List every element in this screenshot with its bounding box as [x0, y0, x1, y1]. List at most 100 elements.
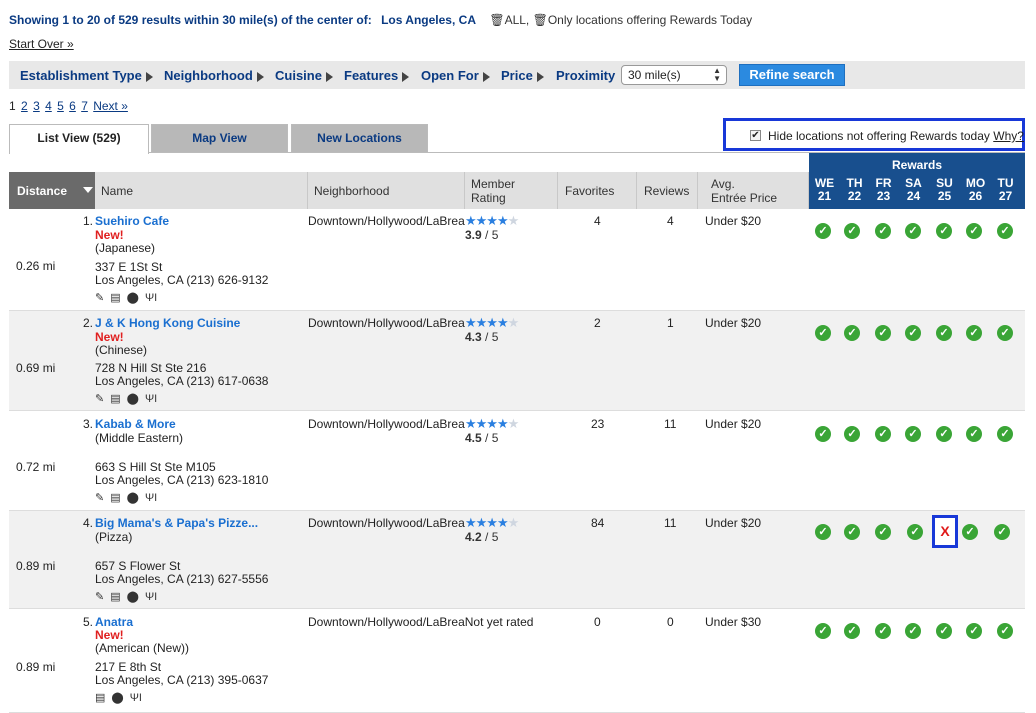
edit-icon[interactable]: ✎	[95, 591, 104, 603]
menu-icon[interactable]: ▤	[110, 292, 120, 304]
rating-value: 4.5 / 5	[465, 431, 499, 445]
favorites-count: 84	[591, 516, 605, 530]
map-pin-icon[interactable]: ⬤	[127, 591, 139, 603]
check-icon: ✓	[966, 426, 982, 442]
page-link[interactable]: 5	[57, 99, 64, 113]
column-neighborhood[interactable]: Neighborhood	[308, 172, 465, 209]
map-pin-icon[interactable]: ⬤	[111, 692, 123, 704]
menu-icon[interactable]: ▤	[110, 393, 120, 405]
check-icon: ✓	[966, 623, 982, 639]
row-distance: 0.89 mi	[16, 559, 56, 573]
hide-locations-checkbox[interactable]: ✔	[750, 130, 761, 141]
hide-locations-box: ✔ Hide locations not offering Rewards to…	[723, 118, 1025, 151]
reviews-count: 11	[664, 516, 677, 530]
triangle-right-icon	[482, 71, 490, 82]
reviews-count: 11	[664, 417, 677, 431]
triangle-right-icon	[536, 71, 544, 82]
row-number: 2.	[83, 316, 94, 330]
check-icon: ✓	[994, 524, 1010, 540]
why-link[interactable]: Why?	[993, 129, 1024, 143]
filter-price[interactable]: Price	[501, 68, 544, 83]
fork-knife-icon[interactable]: ΨΙ	[145, 393, 157, 405]
restaurant-name-link[interactable]: Big Mama's & Papa's Pizze...	[95, 516, 258, 530]
tab-map-view[interactable]: Map View	[151, 124, 288, 152]
favorites-count: 4	[594, 214, 601, 228]
row-number: 4.	[83, 516, 94, 530]
address: 663 S Hill St Ste M105	[95, 460, 216, 474]
map-pin-icon[interactable]: ⬤	[127, 492, 139, 504]
filter-features[interactable]: Features	[344, 68, 410, 83]
check-icon: ✓	[875, 223, 891, 239]
avg-price: Under $20	[705, 516, 762, 530]
column-favorites[interactable]: Favorites	[558, 172, 637, 209]
next-page-link[interactable]: Next »	[93, 99, 128, 113]
check-icon: ✓	[962, 524, 978, 540]
neighborhood: Downtown/Hollywood/LaBrea	[308, 316, 465, 330]
row-icons: ▤ ⬤ ΨΙ	[95, 691, 148, 704]
check-icon: ✓	[936, 325, 952, 341]
page-link[interactable]: 6	[69, 99, 76, 113]
page-link[interactable]: 3	[33, 99, 40, 113]
menu-icon[interactable]: ▤	[95, 692, 105, 704]
check-icon: ✓	[936, 426, 952, 442]
check-icon: ✓	[905, 623, 921, 639]
map-pin-icon[interactable]: ⬤	[127, 393, 139, 405]
rating-value: 4.3 / 5	[465, 330, 499, 344]
filter-options[interactable]: 🗑ALL, 🗑Only locations offering Rewards T…	[489, 13, 752, 27]
fork-knife-icon[interactable]: ΨΙ	[145, 591, 157, 603]
filter-establishment-type[interactable]: Establishment Type	[20, 68, 153, 83]
day-header: MO 26	[965, 176, 986, 203]
check-icon: ✓	[815, 623, 831, 639]
check-icon: ✓	[997, 426, 1013, 442]
address: 657 S Flower St	[95, 559, 181, 573]
center-location: Los Angeles, CA	[381, 13, 476, 27]
address: 217 E 8th St	[95, 660, 162, 674]
tab-new-locations[interactable]: New Locations	[291, 124, 428, 152]
restaurant-name-link[interactable]: Kabab & More	[95, 417, 176, 431]
select-arrows-icon: ▲ ▼	[713, 66, 721, 83]
star-rating: ★★★★★	[465, 213, 519, 228]
page-link[interactable]: 7	[81, 99, 88, 113]
day-header: WE 21	[814, 176, 835, 203]
check-icon: ✓	[844, 524, 860, 540]
triangle-right-icon	[325, 71, 333, 82]
restaurant-name-link[interactable]: Anatra	[95, 615, 133, 629]
results-count: Showing 1 to 20 of 529 results within 30…	[9, 13, 372, 27]
edit-icon[interactable]: ✎	[95, 292, 104, 304]
column-avg-price[interactable]: Avg. Entrée Price	[698, 172, 809, 209]
proximity-select[interactable]: 30 mile(s) ▲ ▼	[621, 65, 727, 85]
start-over-link[interactable]: Start Over »	[9, 37, 74, 51]
restaurant-name-link[interactable]: J & K Hong Kong Cuisine	[95, 316, 240, 330]
edit-icon[interactable]: ✎	[95, 393, 104, 405]
fork-knife-icon[interactable]: ΨΙ	[130, 692, 142, 704]
city-phone: Los Angeles, CA (213) 617-0638	[95, 374, 269, 388]
filter-open-for[interactable]: Open For	[421, 68, 490, 83]
tab-list-view[interactable]: List View (529)	[9, 124, 149, 154]
neighborhood: Downtown/Hollywood/LaBrea	[308, 516, 465, 530]
triangle-right-icon	[145, 71, 153, 82]
fork-knife-icon[interactable]: ΨΙ	[145, 292, 157, 304]
menu-icon[interactable]: ▤	[110, 591, 120, 603]
check-icon: ✓	[844, 223, 860, 239]
column-reviews[interactable]: Reviews	[637, 172, 698, 209]
menu-icon[interactable]: ▤	[110, 492, 120, 504]
column-member-rating[interactable]: Member Rating	[465, 172, 558, 209]
map-pin-icon[interactable]: ⬤	[127, 292, 139, 304]
column-distance[interactable]: Distance	[9, 172, 95, 209]
edit-icon[interactable]: ✎	[95, 492, 104, 504]
fork-knife-icon[interactable]: ΨΙ	[145, 492, 157, 504]
restaurant-name-link[interactable]: Suehiro Cafe	[95, 214, 169, 228]
check-icon: ✓	[875, 426, 891, 442]
refine-search-button[interactable]: Refine search	[739, 64, 845, 86]
page-link[interactable]: 2	[21, 99, 28, 113]
unavailable-x-icon: X	[932, 515, 958, 548]
filter-cuisine[interactable]: Cuisine	[275, 68, 333, 83]
avg-price: Under $20	[705, 214, 762, 228]
filter-neighborhood[interactable]: Neighborhood	[164, 68, 264, 83]
check-icon: ✓	[844, 426, 860, 442]
page-link[interactable]: 4	[45, 99, 52, 113]
column-name[interactable]: Name	[95, 172, 308, 209]
sort-down-icon	[83, 187, 93, 193]
neighborhood: Downtown/Hollywood/LaBrea	[308, 214, 465, 228]
row-number: 5.	[83, 615, 94, 629]
